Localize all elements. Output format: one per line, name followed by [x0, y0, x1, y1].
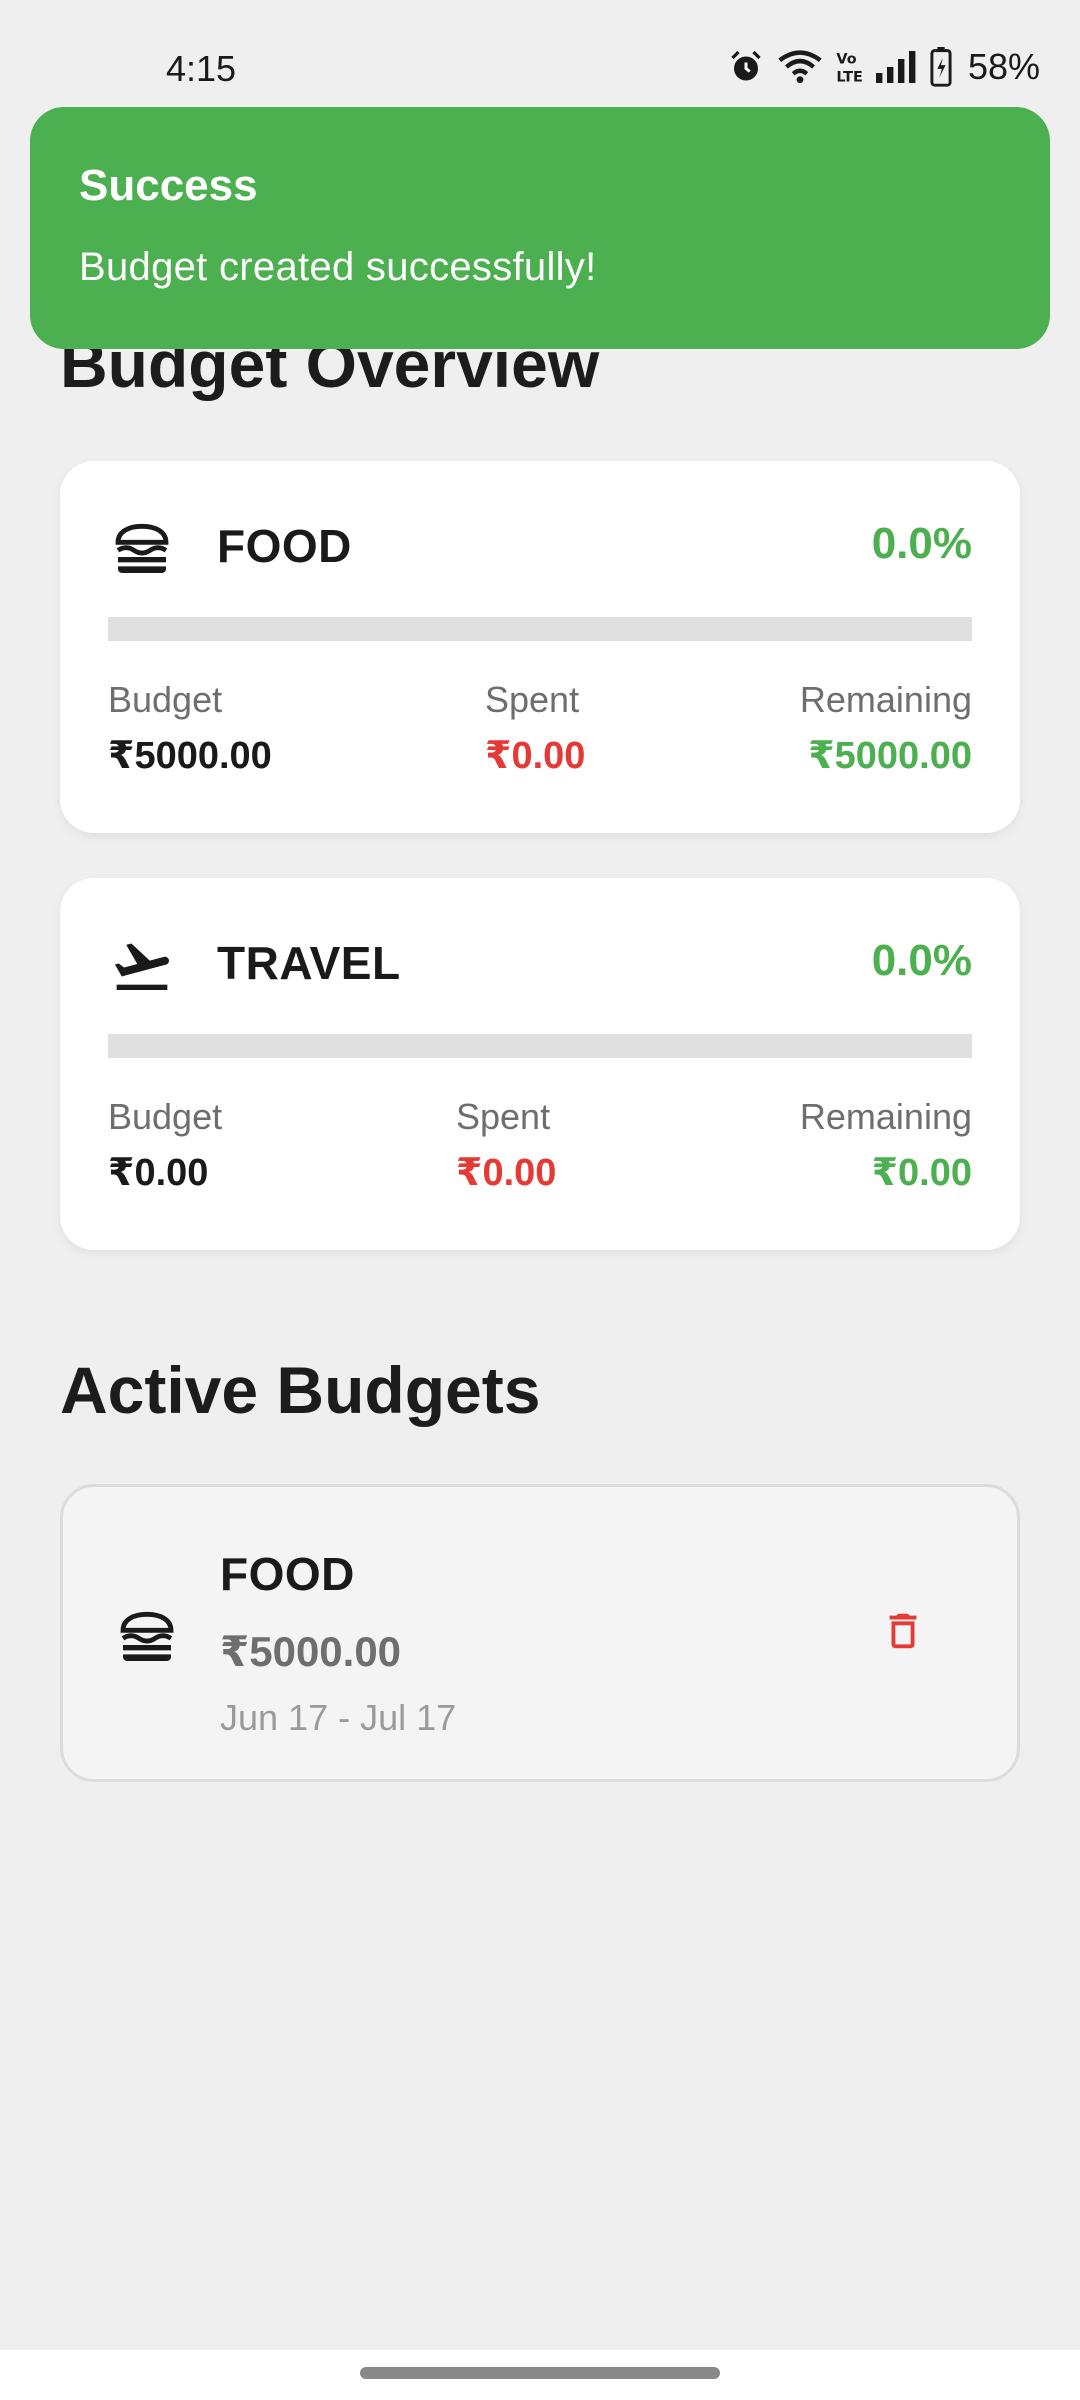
overview-card-food[interactable]: FOOD 0.0% Budget ₹5000.00 Spent ₹0.00 Re… [60, 461, 1020, 833]
flight-takeoff-icon [110, 934, 174, 998]
budget-value: ₹5000.00 [108, 735, 272, 777]
trash-icon [880, 1605, 926, 1662]
progress-bar [108, 617, 972, 641]
spent-value: ₹0.00 [456, 1152, 557, 1194]
active-budget-dates: Jun 17 - Jul 17 [220, 1697, 457, 1738]
wifi-icon [778, 49, 822, 85]
active-budgets-title: Active Budgets [60, 1353, 541, 1427]
battery-percent: 58% [967, 46, 1040, 87]
spent-value: ₹0.00 [485, 735, 586, 777]
snackbar-message: Budget created successfully! [79, 245, 597, 289]
alarm-icon [728, 49, 764, 85]
burger-icon [115, 1605, 179, 1669]
remaining-value: ₹0.00 [871, 1152, 972, 1194]
success-snackbar[interactable]: Success Budget created successfully! [30, 107, 1050, 349]
active-budget-category: FOOD [220, 1548, 355, 1600]
signal-icon [875, 51, 916, 83]
svg-text:LTE: LTE [836, 69, 862, 85]
card-percent: 0.0% [871, 519, 972, 568]
battery-icon [930, 47, 952, 87]
card-category: FOOD [217, 520, 352, 572]
remaining-value: ₹5000.00 [808, 735, 972, 777]
delete-button[interactable] [863, 1593, 943, 1673]
active-budget-item[interactable]: FOOD ₹5000.00 Jun 17 - Jul 17 [60, 1484, 1020, 1782]
status-icons: Vo LTE 58% [728, 46, 1040, 88]
budget-label: Budget [108, 1096, 223, 1137]
budget-value: ₹0.00 [108, 1152, 209, 1194]
burger-icon [110, 517, 174, 581]
spent-label: Spent [485, 679, 580, 720]
home-indicator[interactable] [360, 2367, 720, 2379]
budget-label: Budget [108, 679, 223, 720]
active-budget-amount: ₹5000.00 [220, 1628, 402, 1675]
navigation-bar [0, 2350, 1080, 2400]
progress-bar [108, 1034, 972, 1058]
volte-icon: Vo LTE [836, 49, 862, 85]
status-time: 4:15 [166, 48, 237, 89]
remaining-label: Remaining [799, 679, 972, 720]
card-percent: 0.0% [871, 936, 972, 985]
snackbar-title: Success [79, 161, 258, 210]
svg-text:Vo: Vo [836, 51, 856, 67]
overview-card-travel[interactable]: TRAVEL 0.0% Budget ₹0.00 Spent ₹0.00 Rem… [60, 878, 1020, 1250]
spent-label: Spent [456, 1096, 551, 1137]
remaining-label: Remaining [799, 1096, 972, 1137]
card-category: TRAVEL [217, 937, 401, 989]
